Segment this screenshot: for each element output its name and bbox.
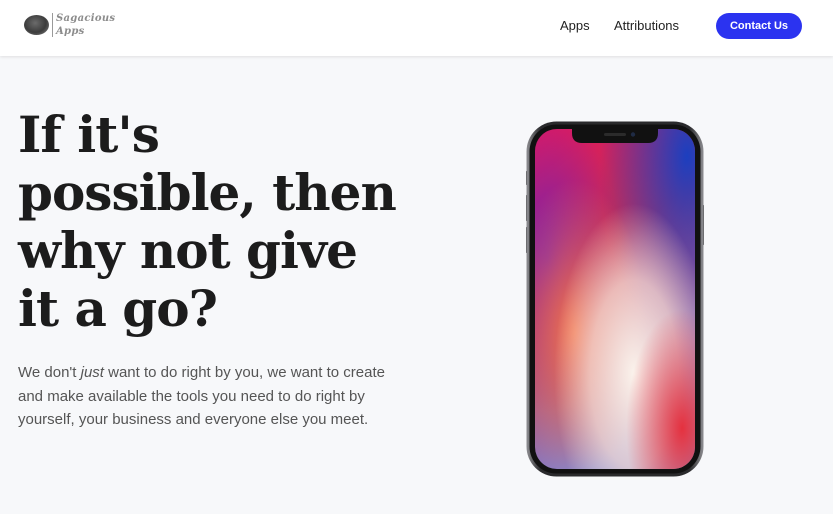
logo-wordmark-line2: Apps xyxy=(56,26,85,37)
contact-us-button[interactable]: Contact Us xyxy=(716,13,802,39)
logo-divider xyxy=(52,13,53,37)
hero-description-start: We don't xyxy=(18,364,81,381)
nav-link-attributions[interactable]: Attributions xyxy=(614,18,679,34)
hero-headline-line: If it's xyxy=(18,105,160,164)
hero-description: We don't just want to do right by you, w… xyxy=(18,361,398,432)
hero-description-emphasis: just xyxy=(80,364,104,381)
hero-headline-line: it a go? xyxy=(18,279,218,338)
smartphone-illustration-icon xyxy=(526,121,704,477)
hero-headline-line: possible, then xyxy=(18,163,397,222)
top-navigation-bar: Sagacious Apps Apps Attributions Contact… xyxy=(0,0,833,56)
logo-wordmark: Sagacious Apps xyxy=(56,12,116,38)
logo-wordmark-line1: Sagacious xyxy=(56,13,116,24)
nav-link-apps[interactable]: Apps xyxy=(560,18,590,34)
hero-headline-line: why not give xyxy=(18,221,358,280)
brand-logo[interactable]: Sagacious Apps xyxy=(22,11,116,41)
hero-headline: If it's possible, then why not give it a… xyxy=(18,106,438,338)
logo-mark-icon xyxy=(24,15,49,35)
